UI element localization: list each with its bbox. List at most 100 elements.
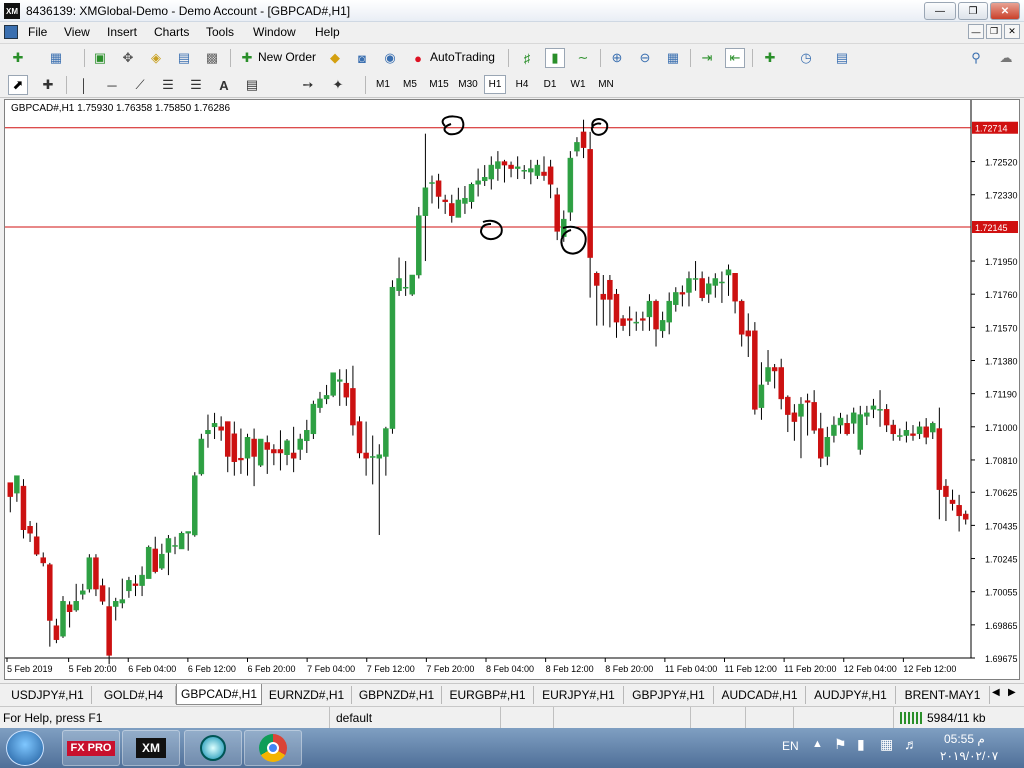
chart-shift-icon[interactable]: ⇤ <box>725 48 745 68</box>
tab-gbpcad[interactable]: GBPCAD#,H1 <box>176 684 262 705</box>
tile-windows-icon[interactable]: ▦ <box>663 48 683 68</box>
tabs-scroll-right-icon[interactable]: ▶ <box>1008 687 1016 698</box>
tab-gold[interactable]: GOLD#,H4 <box>92 686 176 704</box>
periods-icon[interactable]: ◷ <box>796 48 816 68</box>
hand-drawn-circle <box>441 115 465 136</box>
templates-icon[interactable]: ▤ <box>832 48 852 68</box>
bull-candle <box>659 320 666 332</box>
tab-audjpy[interactable]: AUDJPY#,H1 <box>806 686 896 704</box>
equidistant-channel-icon[interactable]: ☰ <box>158 75 178 95</box>
vertical-line-icon[interactable]: │ <box>74 75 94 95</box>
new-order-button[interactable]: New Order <box>258 50 316 64</box>
terminal-icon[interactable]: ▤ <box>174 48 194 68</box>
tab-eurgbp[interactable]: EURGBP#,H1 <box>442 686 534 704</box>
menu-help[interactable]: Help <box>315 25 340 39</box>
metaeditor-icon[interactable]: ◆ <box>325 48 345 68</box>
navigator-icon[interactable]: ◈ <box>146 48 166 68</box>
signals-icon[interactable]: ◉ <box>380 48 400 68</box>
fibonacci-icon[interactable]: ☰ <box>186 75 206 95</box>
show-hidden-icons-icon[interactable]: ▲ <box>812 738 823 750</box>
trendline-icon[interactable]: ⟋ <box>130 75 150 95</box>
language-indicator[interactable]: EN <box>782 739 799 753</box>
bull-candle <box>244 437 251 459</box>
autotrading-button[interactable]: AutoTrading <box>430 50 495 64</box>
market-watch-icon[interactable]: ▣ <box>90 48 110 68</box>
bull-candle <box>633 321 640 324</box>
volume-icon[interactable]: ♬ <box>904 736 918 752</box>
timeframe-mn[interactable]: MN <box>594 75 618 94</box>
restore-button[interactable]: ❐ <box>958 2 988 20</box>
arrows-icon[interactable]: ➙ <box>298 75 318 95</box>
draw-objects-dropdown-icon[interactable]: ✦ <box>328 75 348 95</box>
timeframe-m1[interactable]: M1 <box>372 75 394 94</box>
new-chart-icon[interactable]: ✚ <box>8 48 28 68</box>
indicators-icon[interactable]: ✚ <box>760 48 780 68</box>
minimize-button[interactable]: — <box>924 2 956 20</box>
timeframe-m30[interactable]: M30 <box>455 75 481 94</box>
new-order-icon[interactable]: ✚ <box>237 48 257 68</box>
taskbar-fxpro[interactable]: FX PRO <box>62 730 120 766</box>
tab-brent[interactable]: BRENT-MAY1 <box>896 686 990 704</box>
tabs-scroll-left-icon[interactable]: ◀ <box>992 687 1000 698</box>
timeframe-m5[interactable]: M5 <box>399 75 421 94</box>
bar-chart-icon[interactable]: ♯ <box>517 48 537 68</box>
battery-icon[interactable]: ▮ <box>857 736 865 753</box>
search-icon[interactable]: ⚲ <box>966 48 986 68</box>
zoom-out-icon[interactable]: ⊖ <box>635 48 655 68</box>
mdi-restore-button[interactable]: ❐ <box>986 24 1002 39</box>
mdi-close-button[interactable]: ✕ <box>1004 24 1020 39</box>
menu-tools[interactable]: Tools <box>206 25 234 39</box>
clock-time[interactable]: 05:55 م <box>944 732 985 746</box>
menu-view[interactable]: View <box>64 25 90 39</box>
timeframe-h4[interactable]: H4 <box>511 75 533 94</box>
price-chart[interactable]: 1.72714 1.72145 1.72520 1.72330 1.71950 1.717… <box>5 100 1019 679</box>
data-window-icon[interactable]: ✥ <box>118 48 138 68</box>
tab-audcad[interactable]: AUDCAD#,H1 <box>714 686 806 704</box>
candlestick-chart-icon[interactable]: ▮ <box>545 48 565 68</box>
crosshair-icon[interactable]: ✚ <box>38 75 58 95</box>
taskbar-media-player[interactable] <box>184 730 242 766</box>
tab-usdjpy[interactable]: USDJPY#,H1 <box>4 686 92 704</box>
timeframe-h1[interactable]: H1 <box>484 75 506 94</box>
clock-date[interactable]: ٢٠١٩/٠٢/٠٧ <box>940 749 998 763</box>
connection-status-icon[interactable] <box>900 712 924 724</box>
menu-window[interactable]: Window <box>253 25 296 39</box>
community-icon[interactable]: ◙ <box>352 48 372 68</box>
mdi-minimize-button[interactable]: — <box>968 24 984 39</box>
strategy-tester-icon[interactable]: ▩ <box>202 48 222 68</box>
bull-candle <box>514 166 521 169</box>
text-tool-icon[interactable]: A <box>214 75 234 95</box>
tab-eurjpy[interactable]: EURJPY#,H1 <box>534 686 624 704</box>
line-chart-icon[interactable]: ∼ <box>573 48 593 68</box>
tab-gbpnzd[interactable]: GBPNZD#,H1 <box>352 686 442 704</box>
menu-charts[interactable]: Charts <box>154 25 189 39</box>
network-icon[interactable]: ▦ <box>880 736 893 753</box>
text-label-icon[interactable]: ▤ <box>242 75 262 95</box>
chart-window-icon[interactable] <box>4 25 18 39</box>
taskbar-chrome[interactable] <box>244 730 302 766</box>
timeframe-w1[interactable]: W1 <box>567 75 589 94</box>
tab-eurnzd[interactable]: EURNZD#,H1 <box>262 686 352 704</box>
tab-gbpjpy[interactable]: GBPJPY#,H1 <box>624 686 714 704</box>
horizontal-line-icon[interactable]: ─ <box>102 75 122 95</box>
menu-insert[interactable]: Insert <box>107 25 137 39</box>
bull-candle <box>310 403 317 435</box>
profiles-icon[interactable]: ▦ <box>46 48 66 68</box>
chart-window[interactable]: 1.72714 1.72145 1.72520 1.72330 1.71950 1.717… <box>4 99 1020 680</box>
auto-scroll-icon[interactable]: ⇥ <box>697 48 717 68</box>
close-button[interactable]: ✕ <box>990 2 1020 20</box>
bear-candle <box>936 428 943 490</box>
flag-icon[interactable]: ⚑ <box>834 736 847 753</box>
start-button[interactable] <box>6 730 44 766</box>
timeframe-d1[interactable]: D1 <box>539 75 561 94</box>
timeframe-m15[interactable]: M15 <box>426 75 452 94</box>
taskbar-xm[interactable]: XM <box>122 730 180 766</box>
bull-candle <box>686 278 692 293</box>
chat-icon[interactable]: ☁ <box>996 48 1016 68</box>
xm-logo-icon: XM <box>4 3 20 19</box>
menu-file[interactable]: File <box>28 25 47 39</box>
bear-candle <box>435 180 442 197</box>
zoom-in-icon[interactable]: ⊕ <box>607 48 627 68</box>
autotrading-icon[interactable]: ● <box>408 48 428 68</box>
cursor-icon[interactable]: ⬈ <box>8 75 28 95</box>
